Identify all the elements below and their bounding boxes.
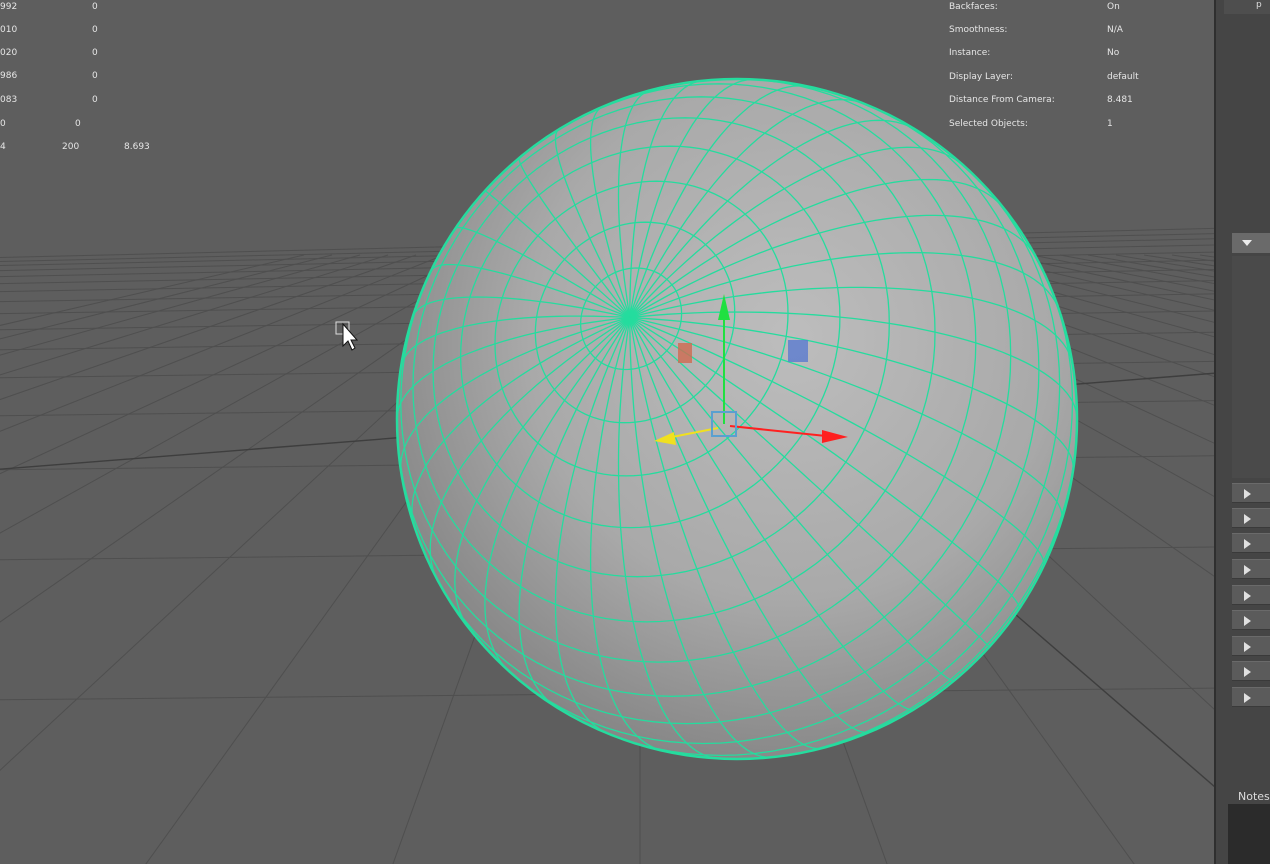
chevron-right-icon [1244,565,1251,575]
hud-stat-value: 020 [0,48,18,58]
side-panel-list-area [1232,256,1270,478]
hud-info-label: Smoothness: [949,25,1008,35]
hud-info-value: default [1107,72,1139,82]
notes-label: Notes [1238,790,1270,803]
hud-stat-value: 0 [92,48,98,58]
hud-info-value: On [1107,2,1120,12]
hud-info-label: Instance: [949,48,991,58]
hud-stat-value: 010 [0,25,18,35]
chevron-right-icon [1244,616,1251,626]
section-expand-button[interactable] [1232,661,1270,681]
chevron-right-icon [1244,514,1251,524]
hud-stat-value: 8.693 [124,142,150,152]
chevron-right-icon [1244,667,1251,677]
side-dropdown-button[interactable] [1232,233,1270,253]
hud-stat-value: 0 [92,95,98,105]
section-expand-button[interactable] [1232,559,1270,579]
notes-field[interactable] [1228,804,1270,864]
yz-plane-handle[interactable] [788,340,808,362]
hud-info-value: 8.481 [1107,95,1133,105]
hud-stat-value: 992 [0,2,18,12]
hud-stat-value: 083 [0,95,18,105]
hud-stat-value: 0 [92,25,98,35]
chevron-down-icon [1242,240,1252,246]
section-expand-button[interactable] [1232,508,1270,528]
hud-stat-value: 0 [92,2,98,12]
hud-info-value: No [1107,48,1120,58]
hud-stat-value: 4 [0,142,6,152]
hud-stat-value: 0 [75,119,81,129]
hud-stat-value: 0 [0,119,6,129]
3d-viewport[interactable]: 992 0 010 0 020 0 986 0 083 0 0 0 4 200 8.693 Backface… [0,0,1214,864]
section-expand-button[interactable] [1232,533,1270,553]
hud-stat-value: 0 [92,71,98,81]
section-expand-button[interactable] [1232,585,1270,605]
chevron-right-icon [1244,539,1251,549]
viewport-scene [0,77,1214,864]
hud-stat-value: 200 [62,142,80,152]
section-expand-button[interactable] [1232,483,1270,503]
hud-info-label: Display Layer: [949,72,1014,82]
chevron-right-icon [1244,642,1251,652]
hud-info-label: Distance From Camera: [949,95,1055,105]
section-expand-button[interactable] [1232,687,1270,707]
side-panel-header [1224,0,1270,14]
hud-info-value: N/A [1107,25,1123,35]
section-expand-button[interactable] [1232,610,1270,630]
hud-info-label: Backfaces: [949,2,998,12]
section-expand-button[interactable] [1232,636,1270,656]
chevron-right-icon [1244,693,1251,703]
hud-info-value: 1 [1107,119,1113,129]
mouse-cursor-icon [335,321,359,351]
chevron-right-icon [1244,489,1251,499]
xy-plane-handle[interactable] [678,343,692,363]
side-panel-header-label: p [1256,0,1262,10]
chevron-right-icon [1244,591,1251,601]
hud-info-label: Selected Objects: [949,119,1028,129]
hud-stat-value: 986 [0,71,18,81]
